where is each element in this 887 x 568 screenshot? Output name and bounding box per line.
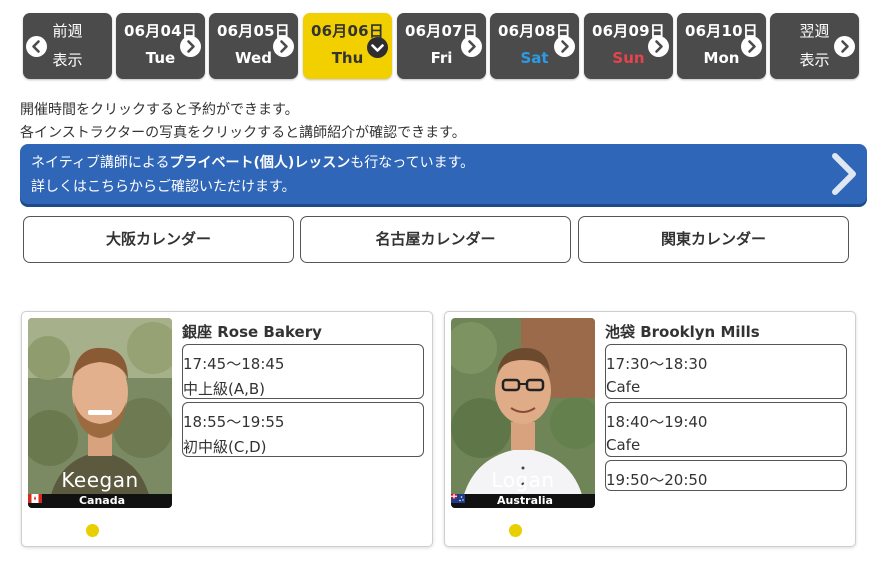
banner-prefix: ネイティブ講師による — [31, 155, 170, 171]
private-lesson-banner[interactable]: ネイティブ講師によるプライベート(個人)レッスンも行なっています。 詳しくはこち… — [20, 144, 867, 204]
instructor-photo-logan[interactable]: Logan Australia — [451, 318, 595, 508]
chevron-right-icon — [829, 150, 859, 202]
lesson-slot[interactable]: 19:50〜20:50 — [605, 460, 847, 491]
chevron-right-circle-icon — [180, 36, 201, 57]
school-name: 池袋 Brooklyn Mills — [605, 323, 760, 341]
chevron-right-circle-icon — [461, 36, 482, 57]
notice-instructor-photo: 各インストラクターの写真をクリックすると講師紹介が確認できます。 — [20, 125, 466, 141]
chevron-right-circle-icon — [554, 36, 575, 57]
chevron-left-circle-icon — [26, 36, 47, 57]
country-label: Canada — [28, 494, 172, 508]
name-bar: Keegan Canada — [28, 468, 172, 508]
notice-reservation: 開催時間をクリックすると予約ができます。 — [20, 102, 299, 118]
slot-time: 19:50〜20:50 — [606, 471, 708, 489]
day-tab-0606-active[interactable]: 06月06日 Thu — [303, 13, 392, 79]
day-tab-0610[interactable]: 06月10日 Mon — [677, 13, 766, 79]
instructor-card-logan: Logan Australia 池袋 Brooklyn Mills 17:30〜… — [444, 311, 856, 547]
day-tab-0607[interactable]: 06月07日 Fri — [397, 13, 486, 79]
slot-level: 初中級(C,D) — [183, 438, 267, 456]
banner-highlight: プライベート(個人)レッスン — [169, 155, 351, 171]
banner-line-1: ネイティブ講師によるプライベート(個人)レッスンも行なっています。 — [31, 152, 474, 172]
name-bar: Logan Australia — [451, 468, 595, 508]
instructor-photo-keegan[interactable]: Keegan Canada — [28, 318, 172, 508]
country-name: Canada — [78, 494, 126, 507]
osaka-calendar-button[interactable]: 大阪カレンダー — [23, 216, 294, 263]
chevron-down-circle-icon — [367, 37, 388, 58]
country-name: Australia — [497, 494, 553, 507]
instructor-card-keegan: Keegan Canada 銀座 Rose Bakery 17:45〜18:45… — [21, 311, 433, 547]
lesson-slot[interactable]: 18:40〜19:40 Cafe — [605, 402, 847, 457]
chevron-right-circle-icon — [741, 36, 762, 57]
chevron-right-circle-icon — [648, 36, 669, 57]
day-tab-0605[interactable]: 06月05日 Wed — [209, 13, 298, 79]
instructor-name: Keegan — [61, 468, 139, 492]
day-tab-0604[interactable]: 06月04日 Tue — [116, 13, 205, 79]
day-navigation: 前週 表示 06月04日 Tue 06月05日 Wed 06月06日 Thu 0… — [23, 13, 859, 79]
school-name: 銀座 Rose Bakery — [182, 323, 322, 341]
slot-level: Cafe — [606, 436, 641, 454]
slot-time: 18:40〜19:40 — [606, 413, 708, 431]
country-label: Australia — [451, 494, 595, 508]
prev-week-button[interactable]: 前週 表示 — [23, 13, 112, 79]
chevron-right-circle-icon — [834, 36, 855, 57]
lesson-slot[interactable]: 17:30〜18:30 Cafe — [605, 344, 847, 399]
next-week-button[interactable]: 翌週 表示 — [770, 13, 859, 79]
nagoya-calendar-button[interactable]: 名古屋カレンダー — [300, 216, 571, 263]
banner-line-2: 詳しくはこちらからご確認いただけます。 — [31, 179, 296, 195]
slot-level: Cafe — [606, 378, 641, 396]
lesson-slot[interactable]: 18:55〜19:55 初中級(C,D) — [182, 402, 424, 457]
day-tab-0609[interactable]: 06月09日 Sun — [584, 13, 673, 79]
lesson-slot[interactable]: 17:45〜18:45 中上級(A,B) — [182, 344, 424, 399]
instructor-name: Logan — [491, 468, 555, 492]
slot-time: 18:55〜19:55 — [183, 413, 285, 431]
slot-time: 17:45〜18:45 — [183, 355, 285, 373]
chevron-right-circle-icon — [273, 36, 294, 57]
slot-time: 17:30〜18:30 — [606, 355, 708, 373]
status-dot — [86, 524, 99, 537]
status-dot — [509, 524, 522, 537]
kanto-calendar-button[interactable]: 関東カレンダー — [578, 216, 849, 263]
slot-level: 中上級(A,B) — [183, 380, 266, 398]
banner-suffix: も行なっています。 — [350, 155, 475, 171]
day-tab-0608[interactable]: 06月08日 Sat — [490, 13, 579, 79]
